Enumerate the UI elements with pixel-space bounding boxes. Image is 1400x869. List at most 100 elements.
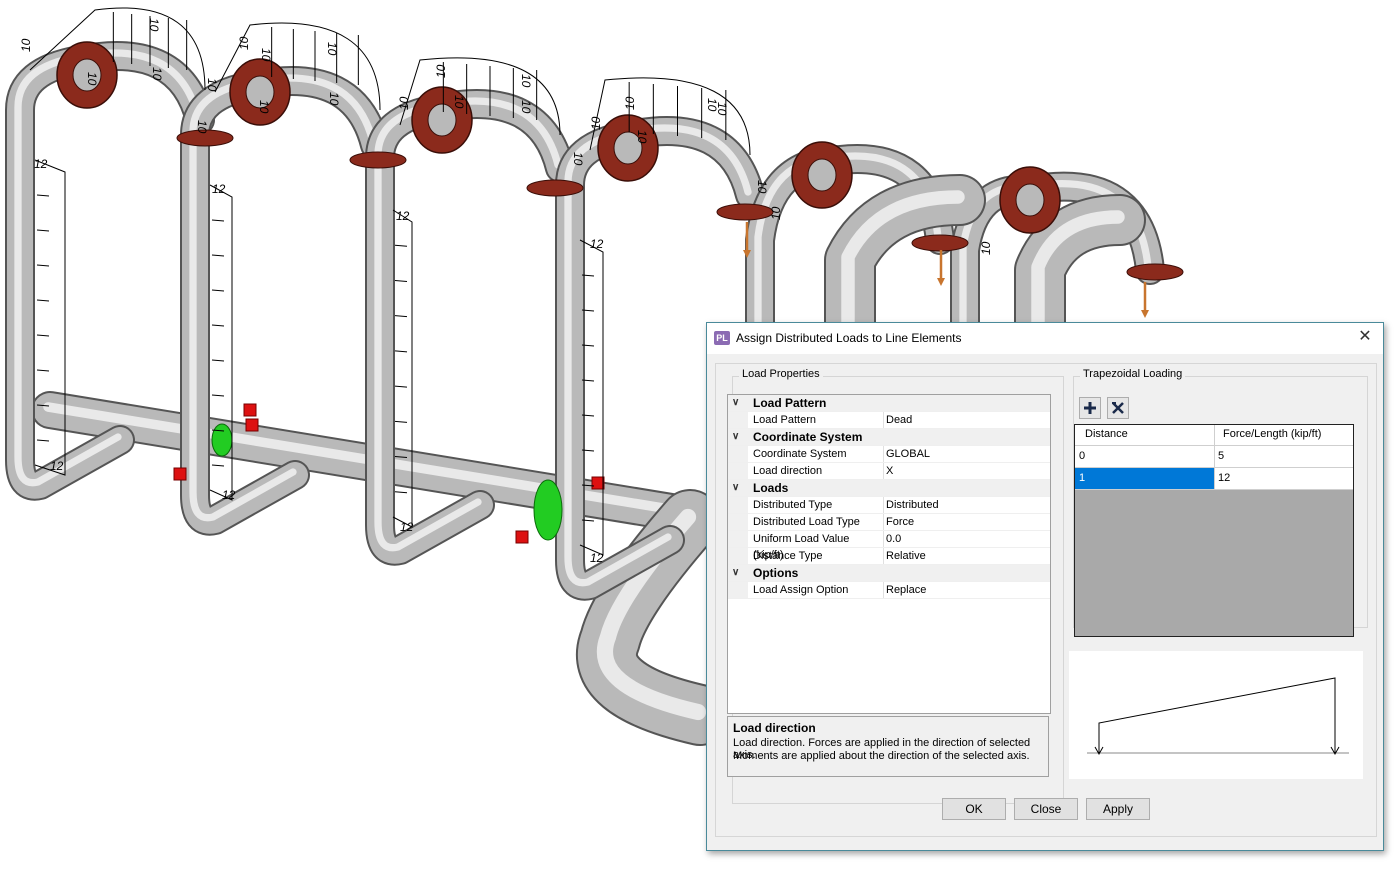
category-loads[interactable]: ∨ Loads	[728, 480, 1050, 497]
load-tick	[395, 386, 407, 387]
cell-force[interactable]: 5	[1218, 450, 1224, 462]
chevron-down-icon[interactable]: ∨	[732, 565, 744, 581]
load-value-label: 12	[396, 209, 410, 223]
load-value-label: 12	[34, 157, 48, 171]
load-value-label: 10	[259, 48, 273, 62]
trapezoidal-table[interactable]: Distance Force/Length (kip/ft) 0 5 1 12	[1074, 424, 1354, 637]
add-row-button[interactable]	[1079, 397, 1101, 419]
load-value-label: 10	[397, 96, 411, 110]
load-value-label: 10	[237, 36, 251, 50]
property-row-distance-type[interactable]: Distance Type Relative	[728, 548, 1050, 565]
category-options[interactable]: ∨ Options	[728, 565, 1050, 582]
trapezoid-diagram	[1069, 651, 1363, 779]
support-marker-3	[516, 531, 528, 543]
category-coordinate-system[interactable]: ∨ Coordinate System	[728, 429, 1050, 446]
load-tick	[395, 245, 407, 246]
end-flange-6	[1127, 264, 1183, 280]
plus-icon	[1080, 398, 1100, 418]
trapezoid-preview	[1069, 651, 1363, 779]
load-value-label: 10	[257, 100, 271, 114]
end-flange-5	[912, 235, 968, 251]
load-tick	[395, 316, 407, 317]
load-value-label: 10	[769, 206, 783, 220]
load-value-label: 10	[715, 102, 729, 116]
load-value-label: 12	[590, 237, 604, 251]
property-description: Load direction Load direction. Forces ar…	[727, 716, 1049, 777]
chevron-down-icon[interactable]: ∨	[732, 395, 744, 411]
app-icon: PL	[714, 331, 730, 345]
property-row-distributed-type[interactable]: Distributed Type Distributed	[728, 497, 1050, 514]
load-value-label: 10	[519, 74, 533, 88]
trapezoidal-loading-caption: Trapezoidal Loading	[1080, 368, 1185, 380]
load-tick	[212, 290, 224, 291]
ok-button[interactable]: OK	[942, 798, 1006, 820]
load-value-label: 10	[589, 116, 603, 130]
load-tick	[395, 351, 407, 352]
load-value-label: 10	[452, 95, 466, 109]
title-bar: PL Assign Distributed Loads to Line Elem…	[707, 323, 1383, 354]
load-value-label: 12	[212, 182, 226, 196]
column-force-length[interactable]: Force/Length (kip/ft)	[1223, 428, 1321, 440]
load-value-label: 10	[195, 120, 209, 134]
load-tick	[37, 230, 49, 231]
load-value-label: 10	[325, 42, 339, 56]
load-value-label: 10	[519, 100, 533, 114]
property-row-load-direction[interactable]: Load direction X	[728, 463, 1050, 480]
close-icon[interactable]: ✕	[1355, 327, 1375, 347]
load-tick	[212, 395, 224, 396]
property-row-distributed-load-type[interactable]: Distributed Load Type Force	[728, 514, 1050, 531]
green-fitting	[534, 480, 562, 540]
load-value-label: 10	[623, 96, 637, 110]
cell-distance[interactable]: 0	[1079, 450, 1085, 462]
load-tick	[37, 265, 49, 266]
load-tick	[395, 492, 407, 493]
table-row-selected[interactable]: 1 12	[1075, 468, 1353, 490]
load-value-label: 12	[400, 520, 414, 534]
green-fitting-2	[212, 424, 232, 456]
column-distance[interactable]: Distance	[1085, 428, 1128, 440]
description-title: Load direction	[733, 721, 816, 735]
load-value-label: 12	[590, 551, 604, 565]
load-tick	[212, 465, 224, 466]
flange-bore-5	[808, 159, 836, 191]
load-value-label: 12	[222, 488, 236, 502]
load-tick	[37, 370, 49, 371]
cell-force[interactable]: 12	[1218, 472, 1230, 484]
load-value-label: 10	[85, 72, 99, 86]
property-row-uniform-load-value[interactable]: Uniform Load Value (kip/ft) 0.0	[728, 531, 1050, 548]
table-row[interactable]: 0 5	[1075, 446, 1353, 468]
load-value-label: 10	[755, 180, 769, 194]
end-flange-4	[717, 204, 773, 220]
flange-bore-6	[1016, 184, 1044, 216]
riser-pipe-1	[850, 200, 960, 330]
property-row-coordinate-system[interactable]: Coordinate System GLOBAL	[728, 446, 1050, 463]
load-tick	[212, 325, 224, 326]
load-tick	[37, 300, 49, 301]
load-tick	[37, 440, 49, 441]
end-flange-3	[527, 180, 583, 196]
arrow-head-icon	[1141, 310, 1149, 318]
flange-bore-3	[428, 104, 456, 136]
load-value-label: 10	[19, 38, 33, 52]
property-grid[interactable]: ∨ Load Pattern Load Pattern Dead ∨ Coord…	[727, 394, 1051, 714]
dialog-title: Assign Distributed Loads to Line Element…	[736, 331, 961, 345]
load-value-label: 10	[205, 78, 219, 92]
apply-button[interactable]: Apply	[1086, 798, 1150, 820]
load-tick	[395, 421, 407, 422]
support-marker-4	[592, 477, 604, 489]
cell-distance[interactable]: 1	[1079, 472, 1085, 484]
close-button[interactable]: Close	[1014, 798, 1078, 820]
table-header: Distance Force/Length (kip/ft)	[1075, 425, 1353, 446]
delete-icon	[1108, 398, 1128, 418]
load-value-label: 10	[571, 152, 585, 166]
load-value-label: 10	[327, 92, 341, 106]
category-load-pattern[interactable]: ∨ Load Pattern	[728, 395, 1050, 412]
chevron-down-icon[interactable]: ∨	[732, 480, 744, 496]
load-value-label: 10	[635, 130, 649, 144]
load-tick	[212, 220, 224, 221]
load-value-label: 10	[434, 64, 448, 78]
property-row-load-assign-option[interactable]: Load Assign Option Replace	[728, 582, 1050, 599]
delete-row-button[interactable]	[1107, 397, 1129, 419]
property-row-load-pattern[interactable]: Load Pattern Dead	[728, 412, 1050, 429]
chevron-down-icon[interactable]: ∨	[732, 429, 744, 445]
